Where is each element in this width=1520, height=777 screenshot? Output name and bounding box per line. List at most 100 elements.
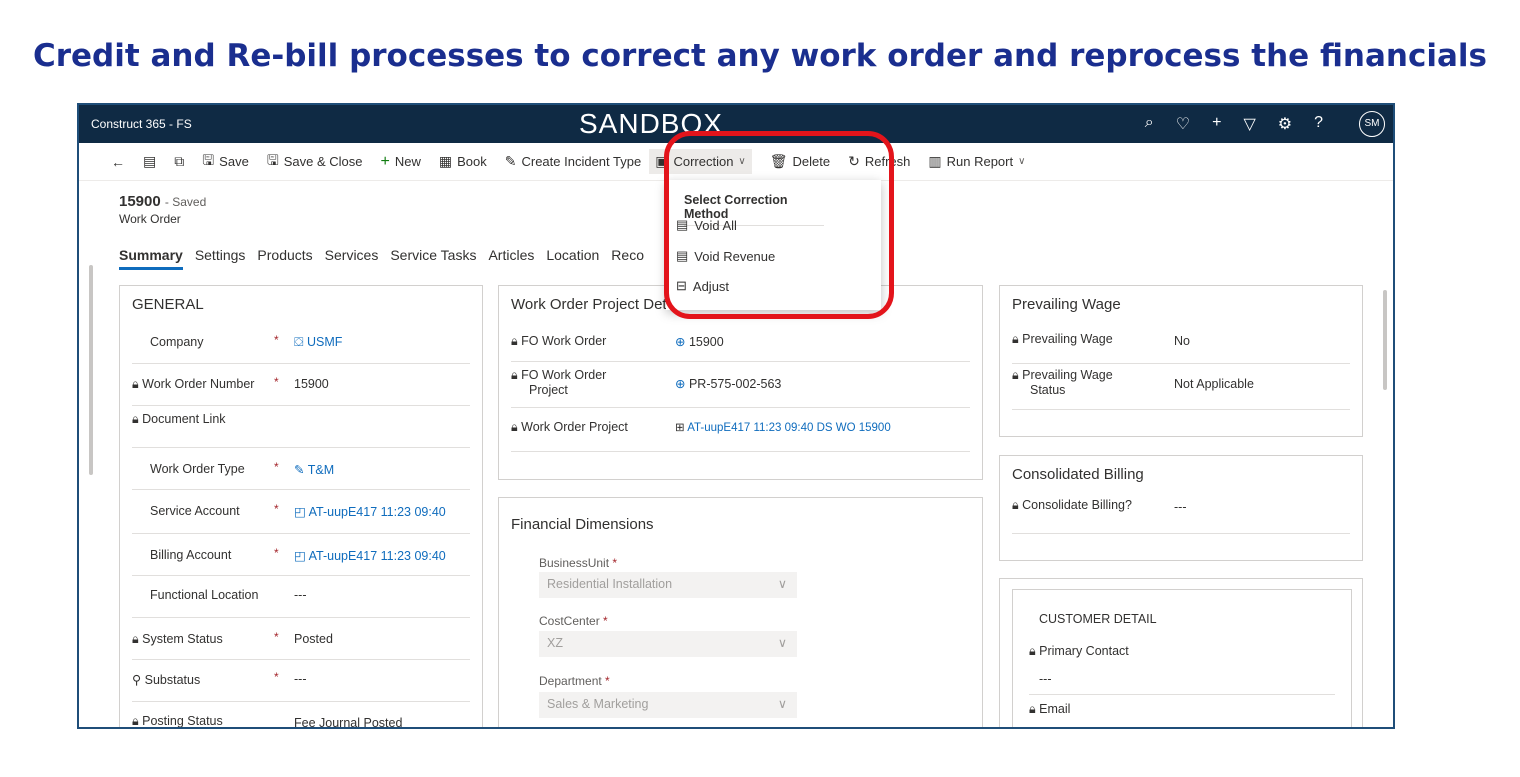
- fo-project-link[interactable]: ⊕ PR-575-002-563: [675, 376, 781, 391]
- account-icon: ◰: [294, 505, 309, 519]
- lookup-icon: ⚲: [132, 673, 142, 687]
- prevailing-wage-status-field: 🔒︎ Prevailing Wage Status Not Applicable: [1012, 364, 1350, 410]
- consolidate-billing-field: 🔒︎ Consolidate Billing? ---: [1012, 492, 1350, 534]
- tab-products[interactable]: Products: [257, 247, 312, 270]
- customer-detail-title: CUSTOMER DETAIL: [1039, 612, 1157, 626]
- prevailing-wage-section: Prevailing Wage 🔒︎ Prevailing Wage No 🔒︎…: [999, 285, 1363, 437]
- plus-icon: +: [380, 152, 390, 170]
- system-status-field: 🔒︎ System Status * Posted: [132, 618, 470, 660]
- avatar[interactable]: SM: [1359, 111, 1385, 137]
- business-unit-select[interactable]: Residential Installation ∨: [539, 572, 797, 598]
- gear-icon[interactable]: ⚙: [1278, 114, 1292, 134]
- project-icon: ⊞: [675, 422, 688, 434]
- lock-icon: 🔒︎: [132, 632, 139, 646]
- document-icon: ▤: [143, 153, 157, 169]
- help-icon[interactable]: ?: [1314, 114, 1323, 134]
- globe-icon: ⊕: [675, 377, 689, 391]
- left-scrollbar[interactable]: [89, 265, 93, 475]
- lightbulb-icon[interactable]: ♡: [1176, 114, 1190, 134]
- record-title: 15900 - Saved: [119, 193, 207, 210]
- app-window: Construct 365 - FS SANDBOX ⌕ ♡ + ▽ ⚙ ? S…: [77, 103, 1395, 729]
- tab-services[interactable]: Services: [325, 247, 379, 270]
- clipboard-icon: ✎: [294, 463, 308, 477]
- open-new-window-button[interactable]: ⧉: [174, 153, 184, 170]
- report-icon: ▥: [928, 153, 942, 169]
- company-field: Company * ⛋ USMF: [132, 322, 470, 364]
- create-incident-type-button[interactable]: ✎ Create Incident Type: [505, 153, 641, 170]
- cost-center-select[interactable]: XZ ∨: [539, 631, 797, 657]
- billing-account-field: Billing Account * ◰ AT-uupE417 11:23 09:…: [132, 534, 470, 576]
- section-title: Consolidated Billing: [1012, 466, 1144, 483]
- section-title: Prevailing Wage: [1012, 296, 1121, 313]
- globe-icon: ⊕: [675, 335, 689, 349]
- service-account-field: Service Account * ◰ AT-uupE417 11:23 09:…: [132, 490, 470, 534]
- back-button[interactable]: ←: [111, 154, 125, 170]
- lock-icon: 🔒︎: [511, 420, 518, 434]
- slide-title: Credit and Re-bill processes to correct …: [32, 38, 1487, 74]
- section-title: GENERAL: [132, 296, 204, 313]
- tab-articles[interactable]: Articles: [488, 247, 534, 270]
- consolidated-billing-section: Consolidated Billing 🔒︎ Consolidate Bill…: [999, 455, 1363, 561]
- functional-location-field: Functional Location ---: [132, 576, 470, 618]
- chevron-down-icon: ∨: [777, 577, 787, 591]
- lock-icon: 🔒︎: [1012, 368, 1019, 382]
- lock-icon: 🔒︎: [1012, 498, 1019, 512]
- lock-icon: 🔒︎: [132, 377, 139, 391]
- general-section: GENERAL Company * ⛋ USMF 🔒︎ Work Order N…: [119, 285, 483, 729]
- customer-section: CUSTOMER DETAIL 🔒︎ Primary Contact --- 🔒…: [999, 578, 1363, 727]
- company-link[interactable]: ⛋ USMF: [294, 335, 342, 350]
- form-tabs: Summary Settings Products Services Servi…: [119, 247, 644, 270]
- search-icon[interactable]: ⌕: [1145, 114, 1154, 134]
- highlight-annotation: [664, 131, 894, 319]
- tab-service-tasks[interactable]: Service Tasks: [390, 247, 476, 270]
- save-close-button[interactable]: 🖫 Save & Close: [267, 150, 363, 174]
- lock-icon: 🔒︎: [1029, 702, 1036, 716]
- prevailing-wage-field: 🔒︎ Prevailing Wage No: [1012, 322, 1350, 364]
- substatus-field: ⚲ Substatus * ---: [132, 660, 470, 702]
- tab-reco[interactable]: Reco: [611, 247, 644, 270]
- save-close-icon: 🖫: [266, 151, 279, 168]
- save-icon: 🖫: [202, 151, 215, 168]
- form-view-button[interactable]: ▤: [143, 153, 156, 170]
- customer-detail-card: CUSTOMER DETAIL 🔒︎ Primary Contact --- 🔒…: [1012, 589, 1352, 727]
- plus-icon[interactable]: +: [1212, 114, 1221, 134]
- popout-icon: ⧉: [174, 153, 185, 169]
- work-order-type-link[interactable]: ✎ T&M: [294, 462, 334, 477]
- tab-settings[interactable]: Settings: [195, 247, 246, 270]
- chevron-down-icon: ∨: [777, 636, 787, 650]
- lock-icon: 🔒︎: [1029, 644, 1036, 658]
- work-order-number-field: 🔒︎ Work Order Number * 15900: [132, 364, 470, 406]
- lock-icon: 🔒︎: [511, 368, 518, 382]
- fo-work-order-project-field: 🔒︎ FO Work Order Project ⊕ PR-575-002-563: [511, 362, 970, 408]
- chevron-down-icon: ∨: [777, 697, 787, 711]
- save-button[interactable]: 🖫 Save: [202, 150, 249, 174]
- new-button[interactable]: + New: [381, 153, 421, 171]
- lock-icon: 🔒︎: [511, 334, 518, 348]
- posting-status-field: 🔒︎ Posting Status Fee Journal Posted: [132, 714, 403, 729]
- work-order-project-link[interactable]: ⊞ AT-uupE417 11:23 09:40 DS WO 15900: [675, 420, 891, 434]
- billing-account-link[interactable]: ◰ AT-uupE417 11:23 09:40: [294, 548, 446, 563]
- work-order-project-field: 🔒︎ Work Order Project ⊞ AT-uupE417 11:23…: [511, 408, 970, 452]
- lock-icon: 🔒︎: [132, 714, 139, 728]
- fo-work-order-link[interactable]: ⊕ 15900: [675, 334, 724, 349]
- entity-type: Work Order: [119, 212, 181, 226]
- section-title: Financial Dimensions: [511, 516, 654, 533]
- department-select[interactable]: Sales & Marketing ∨: [539, 692, 797, 718]
- tab-summary[interactable]: Summary: [119, 247, 183, 270]
- filter-icon[interactable]: ▽: [1243, 114, 1255, 134]
- fo-work-order-field: 🔒︎ FO Work Order ⊕ 15900: [511, 322, 970, 362]
- service-account-link[interactable]: ◰ AT-uupE417 11:23 09:40: [294, 504, 446, 519]
- right-scrollbar[interactable]: [1383, 290, 1387, 390]
- company-icon: ⛋: [294, 335, 307, 349]
- work-order-type-field: Work Order Type * ✎ T&M: [132, 448, 470, 490]
- document-link-field: 🔒︎ Document Link: [132, 406, 470, 448]
- run-report-button[interactable]: ▥ Run Report ∨: [928, 153, 1025, 170]
- account-icon: ◰: [294, 549, 309, 563]
- lock-icon: 🔒︎: [132, 412, 139, 426]
- financial-dimensions-section: Financial Dimensions BusinessUnit * Resi…: [498, 497, 983, 727]
- tab-location[interactable]: Location: [546, 247, 599, 270]
- book-button[interactable]: ▦ Book: [439, 153, 487, 170]
- lock-icon: 🔒︎: [1012, 332, 1019, 346]
- app-name[interactable]: Construct 365 - FS: [91, 117, 192, 131]
- record-header: 15900 - Saved Work Order: [119, 193, 206, 226]
